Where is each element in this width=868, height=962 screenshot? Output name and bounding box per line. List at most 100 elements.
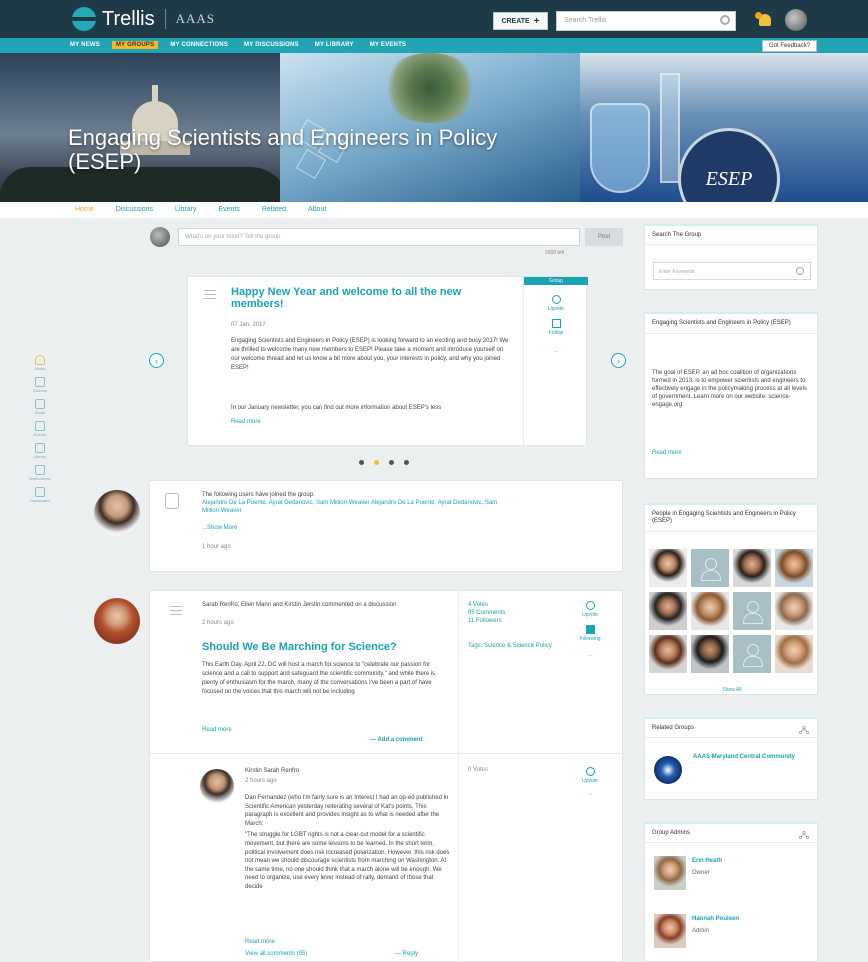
feedback-button[interactable]: Got Feedback? — [762, 40, 818, 52]
featured-post-actions: Group Upvote Follow ··· — [523, 277, 588, 447]
document-icon — [204, 287, 216, 301]
joined-user-links[interactable]: Alejandro De La Puente, Ayrat Dedanovic,… — [202, 499, 502, 515]
member-avatar[interactable] — [691, 635, 729, 673]
show-more-link[interactable]: ...Show More — [202, 525, 237, 531]
join-timestamp: 1 hour ago — [202, 544, 231, 550]
rail-events[interactable]: Events — [28, 421, 52, 437]
carousel-dot-active[interactable] — [374, 460, 379, 465]
tab-about[interactable]: About — [308, 206, 326, 213]
tab-events[interactable]: Events — [218, 206, 239, 213]
nav-my-news[interactable]: MY NEWS — [66, 41, 104, 49]
reply-button[interactable]: — Reply — [395, 951, 418, 957]
admin-avatar[interactable] — [654, 914, 686, 948]
rail-award[interactable]: Award — [28, 355, 52, 371]
tab-related[interactable]: Related — [262, 206, 286, 213]
votes-count[interactable]: 4 Votes — [468, 601, 558, 609]
member-avatar[interactable] — [775, 592, 813, 630]
tab-library[interactable]: Library — [175, 206, 196, 213]
followers-count[interactable]: 11 Followers — [468, 617, 558, 625]
members-panel: People in Engaging Scientists and Engine… — [644, 503, 818, 695]
member-avatar[interactable] — [649, 635, 687, 673]
trellis-logo[interactable]: Trellis AAAS — [72, 7, 215, 31]
group-search-input[interactable]: Enter Keywords — [653, 262, 811, 280]
featured-post-body-continued: In our January newsletter, you can find … — [231, 405, 442, 411]
comments-count[interactable]: 95 Comments — [468, 609, 558, 617]
more-options-icon[interactable]: ··· — [560, 653, 620, 659]
activity-avatar[interactable] — [94, 598, 140, 644]
admin-name[interactable]: Hannah Poulsen — [692, 916, 739, 922]
upvote-button[interactable]: Upvote — [560, 601, 620, 618]
discussion-tags[interactable]: Tags: Science & Science Policy — [468, 642, 558, 650]
follow-label: Follow — [548, 330, 564, 336]
read-more-link[interactable]: Read more — [231, 419, 261, 425]
carousel-prev-arrow-icon[interactable]: ‹ — [149, 353, 164, 368]
tab-discussions[interactable]: Discussions — [116, 206, 153, 213]
search-input[interactable]: Search Trellis — [556, 11, 736, 31]
rail-notifications[interactable]: Notifications — [28, 465, 52, 481]
carousel-next-arrow-icon[interactable]: › — [611, 353, 626, 368]
member-avatar[interactable] — [775, 549, 813, 587]
add-comment-button[interactable]: — Add a comment — [370, 737, 422, 743]
featured-post-title[interactable]: Happy New Year and welcome to all the ne… — [231, 286, 491, 310]
member-avatar[interactable] — [649, 592, 687, 630]
read-more-link[interactable]: Read more — [245, 939, 275, 945]
rail-dashboard[interactable]: Dashboard — [28, 487, 52, 503]
upvote-button[interactable]: Upvote — [524, 295, 588, 312]
create-button[interactable]: CREATE + — [493, 12, 548, 30]
discussion-title[interactable]: Should We Be Marching for Science? — [202, 641, 397, 653]
create-label: CREATE — [501, 17, 530, 25]
member-avatar-placeholder[interactable] — [733, 592, 771, 630]
carousel-dot[interactable] — [359, 460, 364, 465]
read-more-link[interactable]: Read more — [202, 727, 232, 733]
member-avatar[interactable] — [649, 549, 687, 587]
rail-discuss[interactable]: Discuss — [28, 377, 52, 393]
featured-post-card: Happy New Year and welcome to all the ne… — [187, 276, 588, 447]
carousel-dot[interactable] — [404, 460, 409, 465]
read-more-link[interactable]: Read more — [652, 450, 682, 456]
discussion-body: This Earth Day, April 22, DC will host a… — [202, 662, 436, 695]
reply-avatar[interactable] — [200, 769, 234, 803]
partner-name: AAAS — [175, 11, 215, 26]
user-avatar[interactable] — [785, 9, 807, 31]
member-grid — [649, 549, 815, 673]
member-avatar-placeholder[interactable] — [691, 549, 729, 587]
discussion-timestamp: 2 hours ago — [202, 620, 234, 626]
admin-name[interactable]: Erin Heath — [692, 858, 722, 864]
admin-avatar[interactable] — [654, 856, 686, 890]
reply-divider — [150, 753, 624, 754]
calendar-icon — [35, 421, 45, 431]
more-options-icon[interactable]: ··· — [560, 791, 620, 797]
group-title-line1: Engaging Scientists and Engineers in Pol… — [68, 125, 498, 150]
member-avatar[interactable] — [775, 635, 813, 673]
carousel-dot[interactable] — [389, 460, 394, 465]
nav-my-library[interactable]: MY LIBRARY — [311, 41, 358, 49]
notification-bell-icon[interactable] — [755, 12, 772, 28]
member-avatar-placeholder[interactable] — [733, 635, 771, 673]
panel-title: People in Engaging Scientists and Engine… — [645, 505, 817, 532]
show-all-members-link[interactable]: Show All — [645, 687, 819, 693]
member-avatar[interactable] — [691, 592, 729, 630]
nav-my-events[interactable]: MY EVENTS — [366, 41, 410, 49]
rail-share[interactable]: Share — [28, 399, 52, 415]
related-group-logo[interactable] — [654, 756, 682, 784]
related-group-name[interactable]: AAAS Maryland Central Community — [693, 753, 803, 761]
search-icon[interactable] — [720, 15, 730, 25]
nav-my-groups[interactable]: MY GROUPS — [111, 41, 159, 49]
reply-author[interactable]: Kirstin Sarah Renfro — [245, 768, 299, 774]
search-icon[interactable] — [796, 267, 804, 275]
reply-label: Reply — [402, 951, 419, 957]
tab-home[interactable]: Home — [75, 206, 94, 213]
more-options-icon[interactable]: ··· — [524, 349, 588, 355]
upvote-label: Upvote — [582, 612, 598, 618]
nav-my-discussions[interactable]: MY DISCUSSIONS — [240, 41, 303, 49]
rail-library[interactable]: Library — [28, 443, 52, 459]
activity-avatar[interactable] — [94, 490, 140, 536]
nav-my-connections[interactable]: MY CONNECTIONS — [166, 41, 232, 49]
post-input[interactable]: What's on your mind? Tell the group — [178, 228, 580, 246]
post-button[interactable]: Post — [585, 228, 623, 246]
following-button[interactable]: Following — [560, 625, 620, 642]
follow-button[interactable]: Follow — [524, 319, 588, 336]
member-avatar[interactable] — [733, 549, 771, 587]
upvote-button[interactable]: Upvote — [560, 767, 620, 784]
view-all-comments-link[interactable]: View all comments (95) — [245, 951, 307, 957]
